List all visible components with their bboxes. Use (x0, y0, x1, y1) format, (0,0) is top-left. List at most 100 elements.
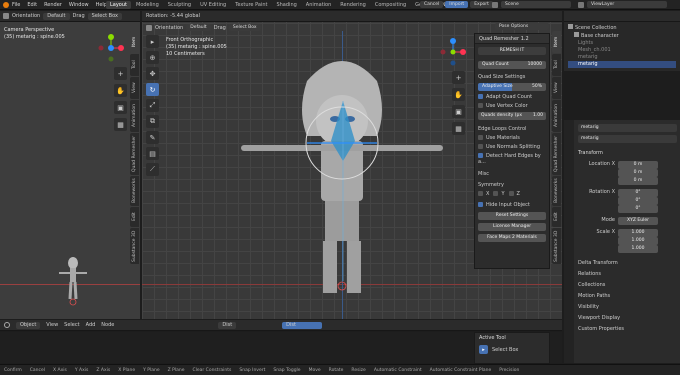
use-materials-checkbox[interactable]: Use Materials (478, 135, 546, 141)
rotate-tool-icon[interactable]: ↻ (146, 83, 159, 96)
move-tool-icon[interactable]: ✥ (146, 67, 159, 80)
custom-properties-section[interactable]: Custom Properties (578, 325, 677, 334)
quad-count-field[interactable]: Quad Count 10000 (478, 61, 546, 69)
pan-hand-icon[interactable]: ✋ (114, 84, 127, 97)
annotate-tool-icon[interactable]: ✎ (146, 131, 159, 144)
tab-boneworks[interactable]: Boneworks (552, 176, 561, 206)
density-field[interactable]: Quads density (px 1.00 (478, 112, 546, 120)
scale-tool-icon[interactable]: ⤢ (146, 99, 159, 112)
left-tab-substance[interactable]: Substance 3D (130, 228, 139, 264)
cancel-button[interactable]: Cancel (420, 1, 444, 8)
left-tab-view[interactable]: View (130, 77, 139, 99)
relations-section[interactable]: Relations (578, 270, 677, 279)
use-vertex-color-checkbox[interactable]: Use Vertex Color (478, 103, 546, 109)
left-tab-animation[interactable]: Animation (130, 100, 139, 132)
left-tab-quad-remesher[interactable]: Quad Remesher (130, 133, 139, 175)
tab-layout[interactable]: Layout (106, 1, 131, 9)
visibility-section[interactable]: Visibility (578, 303, 677, 312)
adaptive-size-slider[interactable]: Adaptive Size 50% (478, 83, 546, 91)
menu-view[interactable]: View (46, 322, 58, 328)
pose-options-button[interactable]: Pose Options (495, 23, 549, 30)
tab-tool[interactable]: Tool (552, 54, 561, 76)
scale-z-field[interactable]: 1.000 (618, 245, 658, 253)
active-tool-header[interactable]: Active Tool (475, 333, 549, 343)
symmetry-y-checkbox[interactable]: Y (493, 191, 505, 197)
delta-transform-section[interactable]: Delta Transform (578, 259, 677, 268)
object-name-field[interactable]: metarig (578, 124, 677, 132)
proportional-dropdown[interactable]: Dist (282, 321, 323, 329)
zoom-icon[interactable]: + (452, 71, 465, 84)
viewlayer-selector[interactable]: ViewLayer (587, 1, 667, 8)
editor-type-icon[interactable] (4, 322, 10, 328)
view-icon[interactable] (146, 24, 152, 31)
tab-compositing[interactable]: Compositing (371, 1, 410, 9)
tab-sculpting[interactable]: Sculpting (164, 1, 195, 9)
tab-shading[interactable]: Shading (272, 1, 300, 9)
hide-input-checkbox[interactable]: Hide Input Object (478, 202, 546, 208)
tab-modeling[interactable]: Modeling (132, 1, 163, 9)
drag-dropdown[interactable]: Select Box (87, 12, 122, 20)
tab-uv-editing[interactable]: UV Editing (196, 1, 230, 9)
use-normals-checkbox[interactable]: Use Normals Splitting (478, 144, 546, 150)
left-tab-edit[interactable]: Edit (130, 207, 139, 227)
tab-quad-remesher[interactable]: Quad Remesher (552, 133, 561, 175)
license-manager-button[interactable]: License Manager (478, 223, 546, 231)
scale-x-field[interactable]: 1.000 (618, 228, 658, 237)
transform-header[interactable]: Transform (578, 149, 677, 158)
menu-edit[interactable]: Edit (27, 2, 37, 8)
outliner-item[interactable]: Mesh_ch.001 (568, 47, 676, 54)
location-x-field[interactable]: 0 m (618, 160, 658, 169)
outliner-item[interactable]: Base character (568, 32, 676, 40)
scale-y-field[interactable]: 1.000 (618, 237, 658, 245)
quad-remesher-header[interactable]: Quad Remesher 1.2 (475, 34, 549, 44)
camera-icon[interactable]: ▣ (452, 105, 465, 118)
location-y-field[interactable]: 0 m (618, 169, 658, 177)
left-tab-boneworks[interactable]: Boneworks (130, 176, 139, 206)
tab-item[interactable]: Item (552, 31, 561, 53)
rotation-z-field[interactable]: 0° (618, 205, 658, 213)
view-icon[interactable] (3, 13, 9, 19)
import-button[interactable]: Import (445, 1, 469, 8)
remesh-it-button[interactable]: REMESH IT (478, 47, 546, 55)
select-tool-icon[interactable]: ▸ (146, 35, 159, 48)
collections-section[interactable]: Collections (578, 281, 677, 290)
bone-tool-icon[interactable]: ⟋ (146, 163, 159, 176)
menu-window[interactable]: Window (69, 2, 89, 8)
scene-selector[interactable]: Scene (501, 1, 571, 8)
location-z-field[interactable]: 0 m (618, 177, 658, 185)
navigation-gizmo[interactable] (96, 33, 126, 63)
outliner-scene-collection[interactable]: Scene Collection (568, 24, 676, 32)
tab-animation[interactable]: Animation (302, 1, 336, 9)
face-maps-button[interactable]: Face Maps 2 Materials (478, 234, 546, 242)
adapt-quad-count-checkbox[interactable]: Adapt Quad Count (478, 94, 546, 100)
select-box-icon[interactable]: ▸ (479, 345, 488, 354)
orientation-dropdown[interactable]: Default (186, 24, 211, 31)
reset-settings-button[interactable]: Reset Settings (478, 212, 546, 220)
tab-edit[interactable]: Edit (552, 207, 561, 227)
symmetry-z-checkbox[interactable]: Z (508, 191, 520, 197)
left-tab-tool[interactable]: Tool (130, 54, 139, 76)
rotation-x-field[interactable]: 0° (618, 188, 658, 197)
tab-animation[interactable]: Animation (552, 100, 561, 132)
tab-substance[interactable]: Substance 3D (552, 228, 561, 264)
detect-hard-edges-checkbox[interactable]: Detect Hard Edges by a... (478, 153, 546, 165)
left-tab-item[interactable]: Item (130, 31, 139, 53)
measure-tool-icon[interactable]: ▤ (146, 147, 159, 160)
pan-hand-icon[interactable]: ✋ (452, 88, 465, 101)
tab-view[interactable]: View (552, 77, 561, 99)
menu-add[interactable]: Add (86, 322, 96, 328)
export-button[interactable]: Export (470, 1, 493, 8)
menu-render[interactable]: Render (44, 2, 62, 8)
snap-dropdown[interactable]: Dist (218, 321, 237, 329)
rotation-y-field[interactable]: 0° (618, 197, 658, 205)
menu-file[interactable]: File (12, 2, 20, 8)
cursor-tool-icon[interactable]: ⊕ (146, 51, 159, 64)
data-name-field[interactable]: metarig (578, 135, 677, 143)
left-viewport[interactable]: Orientation Default Drag Select Box Came… (0, 11, 140, 319)
outliner-item-selected[interactable]: metarig (568, 61, 676, 68)
viewport-display-section[interactable]: Viewport Display (578, 314, 677, 323)
outliner-item[interactable]: metarig (568, 54, 676, 61)
motion-paths-section[interactable]: Motion Paths (578, 292, 677, 301)
blender-logo-icon[interactable] (3, 2, 9, 8)
tab-texture-paint[interactable]: Texture Paint (231, 1, 271, 9)
